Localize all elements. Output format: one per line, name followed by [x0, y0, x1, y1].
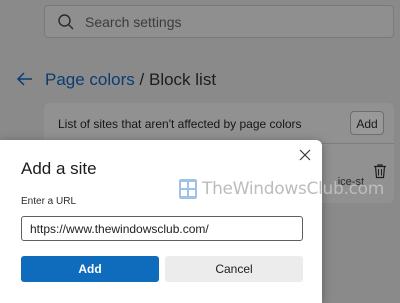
add-button[interactable]: Add [21, 256, 159, 282]
url-label: Enter a URL [21, 196, 77, 207]
close-icon[interactable] [298, 148, 312, 162]
trash-icon[interactable] [372, 163, 388, 179]
watermark: TheWindowsClub.com [178, 178, 384, 200]
watermark-text: TheWindowsClub.com [202, 179, 384, 199]
url-input[interactable] [21, 216, 303, 241]
back-arrow-icon[interactable] [16, 70, 34, 88]
breadcrumb: Page colors / Block list [45, 70, 216, 90]
breadcrumb-separator: / [139, 70, 145, 89]
breadcrumb-current: Block list [148, 70, 217, 89]
search-box[interactable]: Search settings [44, 5, 394, 38]
add-site-button[interactable]: Add [350, 111, 384, 135]
cancel-button[interactable]: Cancel [165, 256, 303, 282]
search-input[interactable]: Search settings [85, 14, 182, 30]
search-icon [58, 14, 74, 30]
add-site-dialog: Add a site Enter a URL Add Cancel [0, 140, 322, 303]
dialog-title: Add a site [21, 159, 97, 178]
block-list-title: List of sites that aren't affected by pa… [58, 117, 302, 131]
windows-club-logo-icon [179, 179, 197, 199]
breadcrumb-page-colors[interactable]: Page colors [45, 70, 135, 89]
